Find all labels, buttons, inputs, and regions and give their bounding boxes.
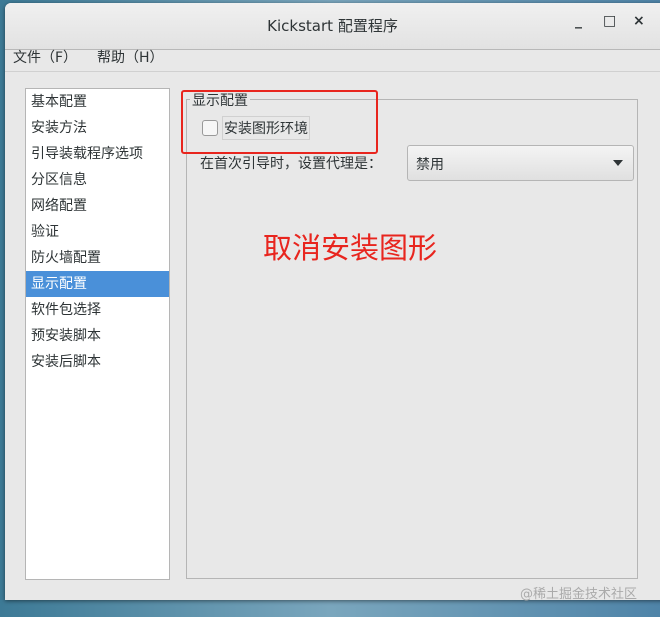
sidebar-item-selected[interactable]: 显示配置 xyxy=(26,271,169,297)
window: Kickstart 配置程序 _ □ × 文件（F） 帮助（H） 基本配置 安装… xyxy=(5,3,660,602)
sidebar-item[interactable]: 基本配置 xyxy=(26,89,169,115)
window-title: Kickstart 配置程序 xyxy=(267,17,398,35)
annotation-box xyxy=(181,90,378,154)
menu-file[interactable]: 文件（F） xyxy=(13,47,77,67)
chevron-down-icon xyxy=(613,160,623,166)
maximize-button[interactable]: □ xyxy=(603,13,616,29)
close-button[interactable]: × xyxy=(633,13,645,29)
annotation-text: 取消安装图形 xyxy=(263,231,438,265)
menu-bar: 文件（F） 帮助（H） xyxy=(5,50,660,72)
sidebar-item[interactable]: 预安装脚本 xyxy=(26,323,169,349)
sidebar-list: 基本配置 安装方法 引导装载程序选项 分区信息 网络配置 验证 防火墙配置 显示… xyxy=(25,88,170,580)
sidebar-item[interactable]: 安装方法 xyxy=(26,115,169,141)
sidebar-item[interactable]: 安装后脚本 xyxy=(26,349,169,375)
sidebar-item[interactable]: 验证 xyxy=(26,219,169,245)
agent-select-value: 禁用 xyxy=(416,157,444,173)
sidebar-item[interactable]: 引导装载程序选项 xyxy=(26,141,169,167)
menu-help[interactable]: 帮助（H） xyxy=(97,47,164,67)
sidebar-item[interactable]: 防火墙配置 xyxy=(26,245,169,271)
agent-select[interactable]: 禁用 xyxy=(407,145,634,181)
sidebar-item[interactable]: 软件包选择 xyxy=(26,297,169,323)
watermark: @稀土掘金技术社区 xyxy=(520,587,638,602)
sidebar-item[interactable]: 分区信息 xyxy=(26,167,169,193)
minimize-button[interactable]: _ xyxy=(575,13,582,29)
agent-label: 在首次引导时，设置代理是： xyxy=(200,156,382,172)
title-bar: Kickstart 配置程序 _ □ × xyxy=(5,3,660,50)
sidebar-item[interactable]: 网络配置 xyxy=(26,193,169,219)
